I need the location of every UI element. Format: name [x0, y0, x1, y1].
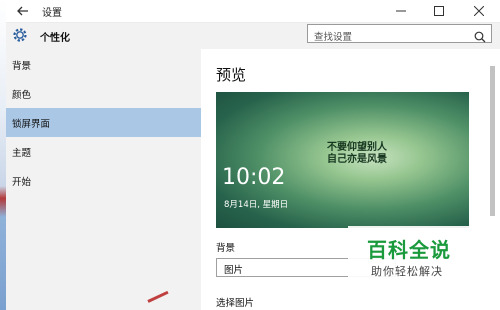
- slogan-line-2: 自己亦是风景: [327, 154, 387, 165]
- lock-screen-preview: 不要仰望别人 自己亦是风景 10:02 8月14日, 星期日: [216, 92, 469, 228]
- choose-picture-label: 选择图片: [216, 298, 255, 309]
- search-box[interactable]: [307, 24, 492, 46]
- preview-slogan: 不要仰望别人 自己亦是风景: [307, 142, 407, 166]
- maximize-button[interactable]: [422, 0, 456, 22]
- background-label: 背景: [216, 243, 236, 254]
- sidebar-item-label: 主题: [12, 148, 32, 159]
- back-arrow-icon[interactable]: [15, 3, 31, 19]
- background-dropdown-value: 图片: [224, 265, 244, 276]
- slogan-line-1: 不要仰望别人: [327, 142, 387, 153]
- sidebar-item-themes[interactable]: 主题: [6, 137, 201, 166]
- sidebar-item-start[interactable]: 开始: [6, 166, 201, 195]
- preview-clock: 10:02: [222, 165, 286, 190]
- sidebar-item-lock-screen[interactable]: 锁屏界面: [6, 108, 201, 137]
- watermark: 百科全说 助你轻松解决: [348, 226, 500, 286]
- minimize-button[interactable]: [384, 0, 418, 22]
- sidebar-item-label: 颜色: [12, 90, 32, 101]
- watermark-subtitle: 助你轻松解决: [371, 265, 443, 278]
- scrollbar[interactable]: [490, 66, 495, 216]
- sidebar-item-colors[interactable]: 颜色: [6, 79, 201, 108]
- preview-heading: 预览: [216, 66, 247, 84]
- section-title: 个性化: [40, 33, 70, 44]
- sidebar-item-label: 背景: [12, 61, 32, 72]
- title-bar: 设置: [6, 0, 500, 23]
- preview-date: 8月14日, 星期日: [224, 200, 289, 210]
- sidebar-item-background[interactable]: 背景: [6, 50, 201, 79]
- watermark-title: 百科全说: [367, 238, 451, 262]
- window-title: 设置: [42, 8, 62, 19]
- sidebar-item-label: 锁屏界面: [12, 119, 51, 130]
- search-icon[interactable]: [474, 28, 486, 43]
- sidebar-item-label: 开始: [12, 177, 32, 188]
- search-input[interactable]: [308, 29, 464, 46]
- gear-icon: [11, 26, 29, 44]
- close-button[interactable]: [462, 0, 496, 22]
- section-header: 个性化: [6, 23, 500, 49]
